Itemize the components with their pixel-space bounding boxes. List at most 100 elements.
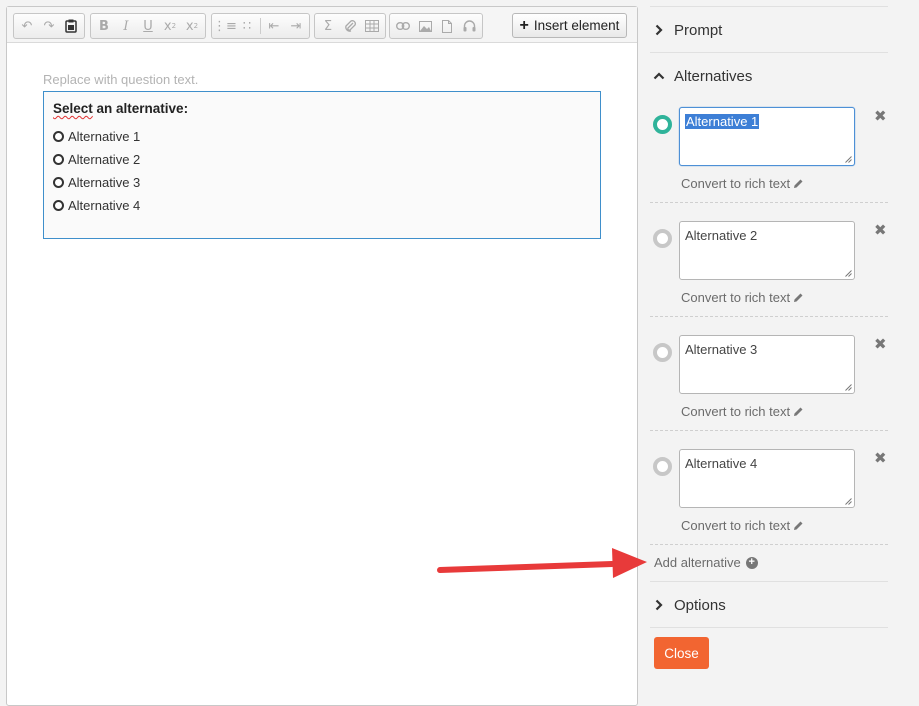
radio-icon [53,153,64,165]
alternative-correct-radio[interactable] [653,115,672,134]
radio-icon [53,130,64,142]
convert-rich-text-link[interactable]: Convert to rich text [681,518,804,533]
bold-icon[interactable]: B [93,15,115,37]
convert-rich-text-link[interactable]: Convert to rich text [681,290,804,305]
divider [650,581,888,582]
preview-alternative: Alternative 4 [53,196,140,214]
undo-icon[interactable]: ↶ [16,15,38,37]
alternative-input-value: Alternative 1 [685,114,760,129]
section-options-label: Options [674,596,726,614]
alternative-correct-radio[interactable] [653,457,672,476]
convert-rich-text-link[interactable]: Convert to rich text [681,176,804,191]
image-icon[interactable] [414,15,436,37]
table-icon[interactable] [361,15,383,37]
question-title-rest: an alternative: [92,101,189,116]
divider [650,316,888,317]
section-prompt[interactable]: Prompt [653,20,722,40]
remove-alternative-icon[interactable]: ✖ [874,107,887,125]
list-group: ⋮≡ ∷ ⇤ ⇥ [211,13,310,39]
divider [650,430,888,431]
redo-icon[interactable]: ↷ [38,15,60,37]
convert-rich-text-link[interactable]: Convert to rich text [681,404,804,419]
preview-alternative-label: Alternative 1 [68,128,141,144]
question-placeholder[interactable]: Replace with question text. [43,72,198,87]
question-title: Select an alternative: [53,101,188,116]
sum-icon[interactable]: Σ [317,15,339,37]
divider [650,202,888,203]
media-group [389,13,483,39]
resize-grip-icon[interactable] [845,156,852,163]
question-editor: ↶ ↷ B I U x2 x2 ⋮≡ ∷ ⇤ ⇥ Σ + Insert elem… [6,6,638,706]
resize-grip-icon[interactable] [845,270,852,277]
convert-rich-text-label: Convert to rich text [681,404,791,419]
section-options[interactable]: Options [653,595,726,615]
settings-panel: Prompt Alternatives Alternative 1 ✖ Conv… [640,0,919,687]
divider [650,52,888,53]
italic-icon[interactable]: I [115,15,137,37]
alternative-correct-radio[interactable] [653,343,672,362]
question-title-word: Select [53,101,93,116]
numbered-list-icon[interactable]: ⋮≡ [213,15,237,37]
document-icon[interactable] [436,15,458,37]
divider [650,544,888,545]
preview-alternative: Alternative 2 [53,150,140,168]
attachment-icon[interactable] [339,15,361,37]
remove-alternative-icon[interactable]: ✖ [874,449,887,467]
paste-icon[interactable] [60,15,82,37]
alternative-input[interactable]: Alternative 3 [679,335,855,394]
pencil-icon [794,179,803,188]
outdent-icon[interactable]: ⇤ [263,15,285,37]
radio-icon [53,199,64,211]
alternative-input[interactable]: Alternative 1 [679,107,855,166]
section-alternatives-label: Alternatives [674,67,753,85]
add-alternative-link[interactable]: Add alternative + [654,555,758,570]
remove-alternative-icon[interactable]: ✖ [874,221,887,239]
section-alternatives[interactable]: Alternatives [653,66,752,86]
resize-grip-icon[interactable] [845,384,852,391]
convert-rich-text-label: Convert to rich text [681,176,791,191]
pencil-icon [794,521,803,530]
close-button[interactable]: Close [654,637,709,669]
preview-alternative-label: Alternative 2 [68,151,141,167]
insert-element-button[interactable]: + Insert element [512,13,627,38]
divider [650,627,888,628]
link-icon[interactable] [392,15,414,37]
format-group: B I U x2 x2 [90,13,206,39]
add-alternative-label: Add alternative [654,555,741,570]
pencil-icon [794,293,803,302]
remove-alternative-icon[interactable]: ✖ [874,335,887,353]
indent-icon[interactable]: ⇥ [285,15,307,37]
divider [650,6,888,7]
plus-circle-icon: + [745,556,758,569]
preview-alternative: Alternative 3 [53,173,140,191]
convert-rich-text-label: Convert to rich text [681,518,791,533]
alternative-input[interactable]: Alternative 4 [679,449,855,508]
alternative-input[interactable]: Alternative 2 [679,221,855,280]
insert-group: Σ [314,13,386,39]
bullet-list-icon[interactable]: ∷ [236,15,258,37]
chevron-up-icon [653,72,665,80]
preview-alternative: Alternative 1 [53,127,140,145]
alternatives-block[interactable]: Select an alternative: Alternative 1 Alt… [43,91,601,239]
audio-icon[interactable] [458,15,480,37]
underline-icon[interactable]: U [137,15,159,37]
alternative-input-value: Alternative 3 [685,342,758,357]
convert-rich-text-label: Convert to rich text [681,290,791,305]
superscript-icon[interactable]: x2 [181,15,203,37]
alternative-correct-radio[interactable] [653,229,672,248]
resize-grip-icon[interactable] [845,498,852,505]
section-prompt-label: Prompt [674,21,723,39]
alternative-input-value: Alternative 4 [685,456,758,471]
preview-alternative-label: Alternative 4 [68,197,141,213]
plus-icon: + [519,16,529,34]
preview-alternative-label: Alternative 3 [68,174,141,190]
chevron-right-icon [655,24,663,36]
radio-icon [53,176,64,188]
history-group: ↶ ↷ [13,13,85,39]
insert-element-label: Insert element [533,18,620,33]
subscript-icon[interactable]: x2 [159,15,181,37]
editor-toolbar: ↶ ↷ B I U x2 x2 ⋮≡ ∷ ⇤ ⇥ Σ + Insert elem… [7,7,637,43]
chevron-right-icon [655,599,663,611]
alternative-input-value: Alternative 2 [685,228,758,243]
pencil-icon [794,407,803,416]
